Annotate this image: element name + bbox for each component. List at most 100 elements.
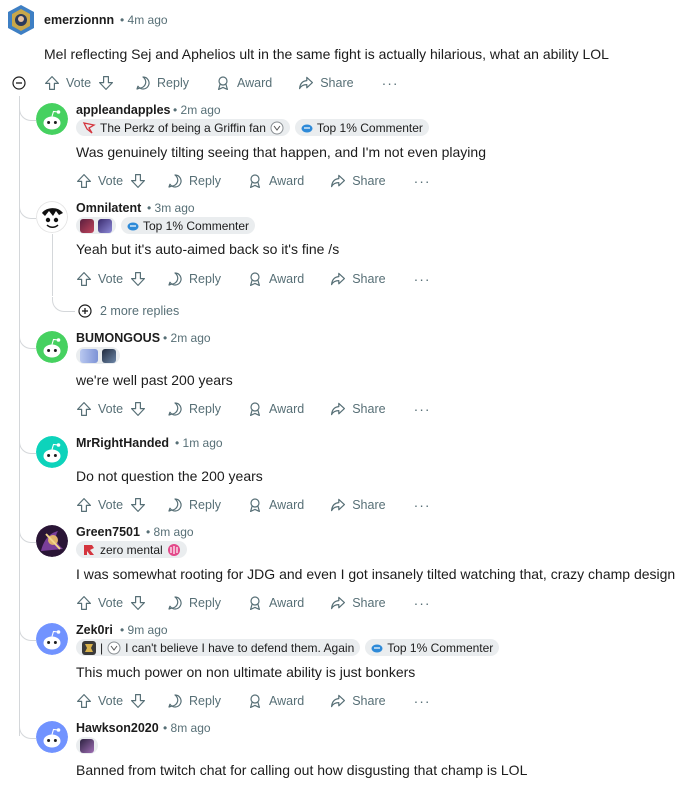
downvote-button[interactable] bbox=[130, 271, 146, 287]
share-button[interactable]: Share bbox=[330, 173, 386, 189]
downvote-icon bbox=[130, 595, 146, 611]
downvote-button[interactable] bbox=[130, 401, 146, 417]
top-commenter-flair: Top 1% Commenter bbox=[365, 639, 500, 656]
share-button[interactable]: Share bbox=[330, 271, 386, 287]
thread-connector bbox=[19, 106, 36, 121]
thread-connector bbox=[19, 528, 36, 543]
thread-connector bbox=[19, 334, 36, 349]
team-logo-icon bbox=[80, 348, 98, 363]
upvote-icon bbox=[76, 693, 92, 709]
share-icon bbox=[330, 595, 346, 611]
share-button[interactable]: Share bbox=[330, 497, 386, 513]
avatar[interactable] bbox=[36, 331, 68, 363]
more-options-button[interactable]: ··· bbox=[414, 693, 431, 709]
comment-time: • 2m ago bbox=[173, 103, 221, 117]
comment-actions: Vote Reply Award Share ··· bbox=[76, 592, 431, 614]
reply-button[interactable]: Reply bbox=[135, 75, 189, 91]
plus-circle-icon bbox=[78, 304, 92, 318]
comment-username[interactable]: MrRightHanded bbox=[76, 436, 169, 450]
upvote-icon bbox=[44, 75, 60, 91]
upvote-button[interactable]: Vote bbox=[44, 75, 91, 91]
griffin-emblem-icon bbox=[82, 121, 96, 134]
avatar[interactable] bbox=[36, 525, 68, 557]
reply-icon bbox=[167, 693, 183, 709]
root-body: Mel reflecting Sej and Aphelios ult in t… bbox=[44, 46, 609, 62]
downvote-button[interactable] bbox=[130, 595, 146, 611]
award-button[interactable]: Award bbox=[247, 693, 304, 709]
comment-time: • 3m ago bbox=[147, 201, 195, 215]
root-time: • 4m ago bbox=[120, 13, 168, 27]
avatar[interactable] bbox=[36, 103, 68, 135]
award-button[interactable]: Award bbox=[215, 75, 272, 91]
award-button[interactable]: Award bbox=[247, 595, 304, 611]
downvote-icon bbox=[98, 75, 114, 91]
upvote-button[interactable]: Vote bbox=[76, 497, 123, 513]
downvote-button[interactable] bbox=[130, 497, 146, 513]
comment-username[interactable]: Omnilatent bbox=[76, 201, 141, 215]
award-icon bbox=[247, 401, 263, 417]
reply-button[interactable]: Reply bbox=[167, 497, 221, 513]
reply-button[interactable]: Reply bbox=[167, 173, 221, 189]
share-button[interactable]: Share bbox=[330, 401, 386, 417]
avatar[interactable] bbox=[36, 721, 68, 753]
upvote-button[interactable]: Vote bbox=[76, 595, 123, 611]
top-commenter-flair: Top 1% Commenter bbox=[294, 119, 429, 136]
downvote-button[interactable] bbox=[98, 75, 114, 91]
reply-icon bbox=[167, 173, 183, 189]
award-button[interactable]: Award bbox=[247, 401, 304, 417]
share-button[interactable]: Share bbox=[298, 75, 354, 91]
upvote-button[interactable]: Vote bbox=[76, 693, 123, 709]
award-button[interactable]: Award bbox=[247, 271, 304, 287]
thread-connector bbox=[19, 724, 36, 739]
comment-actions: Vote Reply Award Share ··· bbox=[76, 398, 431, 420]
champion-flair bbox=[76, 217, 116, 234]
comment-username[interactable]: appleandapples bbox=[76, 103, 170, 117]
share-button[interactable]: Share bbox=[330, 595, 386, 611]
award-button[interactable]: Award bbox=[247, 497, 304, 513]
reply-icon bbox=[167, 271, 183, 287]
more-options-button[interactable]: ··· bbox=[414, 271, 431, 287]
collapse-thread-button[interactable] bbox=[12, 76, 26, 90]
award-button[interactable]: Award bbox=[247, 173, 304, 189]
comment-actions: Vote Reply Award Share ··· bbox=[76, 494, 431, 516]
more-replies-button[interactable]: 2 more replies bbox=[78, 304, 179, 318]
minus-circle-icon bbox=[12, 76, 26, 90]
comment-username[interactable]: Green7501 bbox=[76, 525, 140, 539]
user-flairs: The Perkz of being a Griffin fan Top 1% … bbox=[76, 119, 429, 136]
comment-body: This much power on non ultimate ability … bbox=[76, 664, 416, 680]
comment-username[interactable]: BUMONGOUS bbox=[76, 331, 160, 345]
comment-username[interactable]: Zek0ri bbox=[76, 623, 113, 637]
user-flair: The Perkz of being a Griffin fan bbox=[76, 119, 290, 136]
comment-actions: Vote Reply Award Share ··· bbox=[76, 690, 431, 712]
award-icon bbox=[247, 693, 263, 709]
reply-icon bbox=[167, 401, 183, 417]
comment-body: Yeah but it's auto-aimed back so it's fi… bbox=[76, 241, 340, 257]
avatar[interactable] bbox=[36, 436, 68, 468]
root-avatar[interactable] bbox=[6, 4, 36, 36]
avatar[interactable] bbox=[36, 623, 68, 655]
more-options-button[interactable]: ··· bbox=[414, 595, 431, 611]
downvote-icon bbox=[130, 271, 146, 287]
comment-time: • 2m ago bbox=[163, 331, 211, 345]
upvote-button[interactable]: Vote bbox=[76, 401, 123, 417]
more-options-button[interactable]: ··· bbox=[414, 497, 431, 513]
upvote-button[interactable]: Vote bbox=[76, 173, 123, 189]
comment-username[interactable]: Hawkson2020 bbox=[76, 721, 159, 735]
downvote-button[interactable] bbox=[130, 173, 146, 189]
share-button[interactable]: Share bbox=[330, 693, 386, 709]
downvote-button[interactable] bbox=[130, 693, 146, 709]
root-username[interactable]: emerzionnn bbox=[44, 13, 114, 27]
reply-button[interactable]: Reply bbox=[167, 693, 221, 709]
reply-button[interactable]: Reply bbox=[167, 595, 221, 611]
avatar[interactable] bbox=[36, 201, 68, 233]
comment-body: Was genuinely tilting seeing that happen… bbox=[76, 144, 486, 160]
reply-button[interactable]: Reply bbox=[167, 401, 221, 417]
more-options-button[interactable]: ··· bbox=[414, 173, 431, 189]
reply-button[interactable]: Reply bbox=[167, 271, 221, 287]
more-options-button[interactable]: ··· bbox=[414, 401, 431, 417]
share-icon bbox=[330, 271, 346, 287]
more-options-button[interactable]: ··· bbox=[382, 75, 399, 91]
comment-actions: Vote Reply Award Share ··· bbox=[76, 268, 431, 290]
top-commenter-icon bbox=[371, 644, 383, 652]
upvote-button[interactable]: Vote bbox=[76, 271, 123, 287]
